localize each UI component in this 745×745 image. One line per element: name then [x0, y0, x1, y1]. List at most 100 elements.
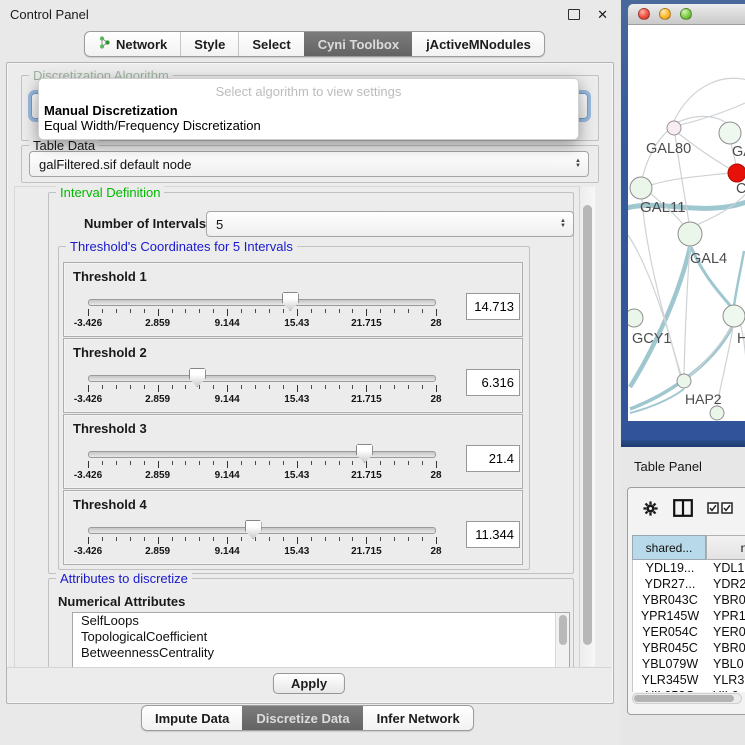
network-node-label: GAL4	[690, 251, 727, 267]
network-node-label: GAL11	[640, 199, 686, 216]
table-panel-toolbar	[642, 497, 733, 519]
table-data-value: galFiltered.sif default node	[39, 157, 191, 172]
gear-icon[interactable]	[642, 500, 659, 517]
network-node-label: GAL80	[646, 141, 691, 157]
threshold-value-field[interactable]	[466, 369, 520, 396]
slider-ticks	[88, 309, 436, 317]
slider-track[interactable]	[88, 375, 436, 382]
table-row[interactable]: YBL079WYBL0	[633, 656, 745, 672]
column-header[interactable]: shared...	[632, 535, 706, 560]
select-columns-icon[interactable]	[707, 502, 733, 514]
table-cell: YBR045C	[633, 640, 707, 656]
table-cell: YIL0	[707, 688, 739, 692]
combo-stepper-icon: ▲▼	[575, 152, 581, 176]
threshold-value-field[interactable]	[466, 521, 520, 548]
table-row[interactable]: YBR043CYBR0	[633, 592, 745, 608]
tab-select[interactable]: Select	[238, 32, 303, 56]
tab-discretize-data[interactable]: Discretize Data	[242, 706, 362, 730]
network-node[interactable]	[677, 374, 691, 388]
slider-ticks	[88, 461, 436, 469]
close-icon[interactable]: ✕	[597, 8, 608, 21]
attribute-list-item[interactable]: SelfLoops	[73, 613, 569, 629]
popup-option[interactable]: Equal Width/Frequency Discretization	[44, 118, 261, 133]
table-cell: YPR1	[707, 608, 745, 624]
interval-definition-title: Interval Definition	[56, 185, 164, 200]
column-header[interactable]: na	[706, 535, 745, 560]
network-node[interactable]	[728, 164, 745, 182]
network-canvas[interactable]: GAL80GACGAL11GAL4GCY1HHAP2	[628, 25, 745, 421]
network-node[interactable]	[630, 177, 652, 199]
tab-impute-data[interactable]: Impute Data	[142, 706, 242, 730]
screen: Control Panel ✕ Network StyleSelect Cyni T…	[0, 0, 745, 745]
threshold-slider[interactable]: -3.4262.8599.14415.4321.71528	[88, 521, 436, 561]
table-row[interactable]: YDL19...YDL1	[633, 560, 745, 576]
slider-track[interactable]	[88, 527, 436, 534]
table-row[interactable]: YBR045CYBR0	[633, 640, 745, 656]
control-panel-header: Control Panel ✕	[0, 0, 620, 28]
threshold-label: Threshold 4	[73, 497, 147, 512]
apply-button[interactable]: Apply	[273, 673, 345, 694]
slider-track[interactable]	[88, 451, 436, 458]
network-node-label: GA	[732, 144, 745, 160]
network-node[interactable]	[678, 222, 702, 246]
table-cell: YER0	[707, 624, 745, 640]
threshold-value-field[interactable]	[466, 293, 520, 320]
apply-bar: Apply	[7, 667, 611, 702]
algorithm-dropdown-popup: Select algorithm to view settings Manual…	[38, 78, 579, 140]
slider-tick-labels: -3.4262.8599.14415.4321.71528	[88, 394, 436, 406]
tab-label: jActiveMNodules	[426, 37, 531, 52]
tab-style[interactable]: Style	[180, 32, 238, 56]
tab-label: Cyni Toolbox	[318, 37, 399, 52]
window-frame-bottom	[621, 440, 745, 447]
vertical-scrollbar[interactable]	[579, 187, 595, 666]
table-cell: YIL052C	[633, 688, 707, 692]
network-node[interactable]	[719, 122, 741, 144]
tab-label: Impute Data	[155, 711, 229, 726]
num-intervals-label: Number of Intervals	[84, 216, 206, 231]
float-panel-icon[interactable]	[568, 9, 580, 20]
threshold-value-field[interactable]	[466, 445, 520, 472]
numerical-attributes-list[interactable]: SelfLoopsTopologicalCoefficientBetweenne…	[72, 612, 570, 668]
network-node[interactable]	[628, 309, 643, 327]
threshold-label: Threshold 2	[73, 345, 147, 360]
slider-track[interactable]	[88, 299, 436, 306]
table-row[interactable]: YDR27...YDR2	[633, 576, 745, 592]
attributes-scrollbar-thumb[interactable]	[559, 615, 567, 645]
vertical-scrollbar-thumb[interactable]	[583, 205, 592, 645]
tab-infer-network[interactable]: Infer Network	[363, 706, 473, 730]
table-cell: YBR0	[707, 640, 745, 656]
column-split-icon[interactable]	[673, 499, 693, 517]
table-cell: YPR145W	[633, 608, 707, 624]
table-horizontal-scrollbar[interactable]	[632, 693, 742, 704]
attributes-scrollbar[interactable]	[555, 613, 569, 667]
tab-cyni-toolbox[interactable]: Cyni Toolbox	[304, 32, 412, 56]
threshold-slider[interactable]: -3.4262.8599.14415.4321.71528	[88, 369, 436, 409]
network-node-label: GCY1	[632, 331, 672, 347]
thresholds-group-title: Threshold's Coordinates for 5 Intervals	[66, 239, 297, 254]
threshold-panel: Threshold 4 -3.4262.8599.14415.4321.71528	[63, 490, 523, 565]
popup-option[interactable]: Manual Discretization	[44, 103, 178, 118]
attribute-list-item[interactable]: TopologicalCoefficient	[73, 629, 569, 645]
table-row[interactable]: YLR345WYLR3	[633, 672, 745, 688]
table-row[interactable]: YPR145WYPR1	[633, 608, 745, 624]
table-data-combobox[interactable]: galFiltered.sif default node ▲▼	[29, 151, 589, 177]
threshold-slider[interactable]: -3.4262.8599.14415.4321.71528	[88, 445, 436, 485]
tab-jactivemnodules[interactable]: jActiveMNodules	[412, 32, 544, 56]
zoom-traffic-light-icon[interactable]	[680, 8, 692, 20]
attribute-list-item[interactable]: BetweennessCentrality	[73, 645, 569, 661]
network-node[interactable]	[710, 406, 724, 420]
table-hscroll-thumb[interactable]	[634, 695, 734, 702]
network-node[interactable]	[723, 305, 745, 327]
threshold-label: Threshold 3	[73, 421, 147, 436]
threshold-slider[interactable]: -3.4262.8599.14415.4321.71528	[88, 293, 436, 333]
network-window-titlebar[interactable]	[628, 4, 745, 25]
table-row[interactable]: YER054CYER0	[633, 624, 745, 640]
tab-network[interactable]: Network	[85, 32, 180, 56]
table-header-row: shared...na	[632, 535, 745, 560]
network-node[interactable]	[667, 121, 681, 135]
num-intervals-combobox[interactable]: 5 ▲▼	[206, 211, 574, 237]
minimize-traffic-light-icon[interactable]	[659, 8, 671, 20]
table-row[interactable]: YIL052CYIL0	[633, 688, 745, 692]
tab-label: Network	[116, 37, 167, 52]
close-traffic-light-icon[interactable]	[638, 8, 650, 20]
